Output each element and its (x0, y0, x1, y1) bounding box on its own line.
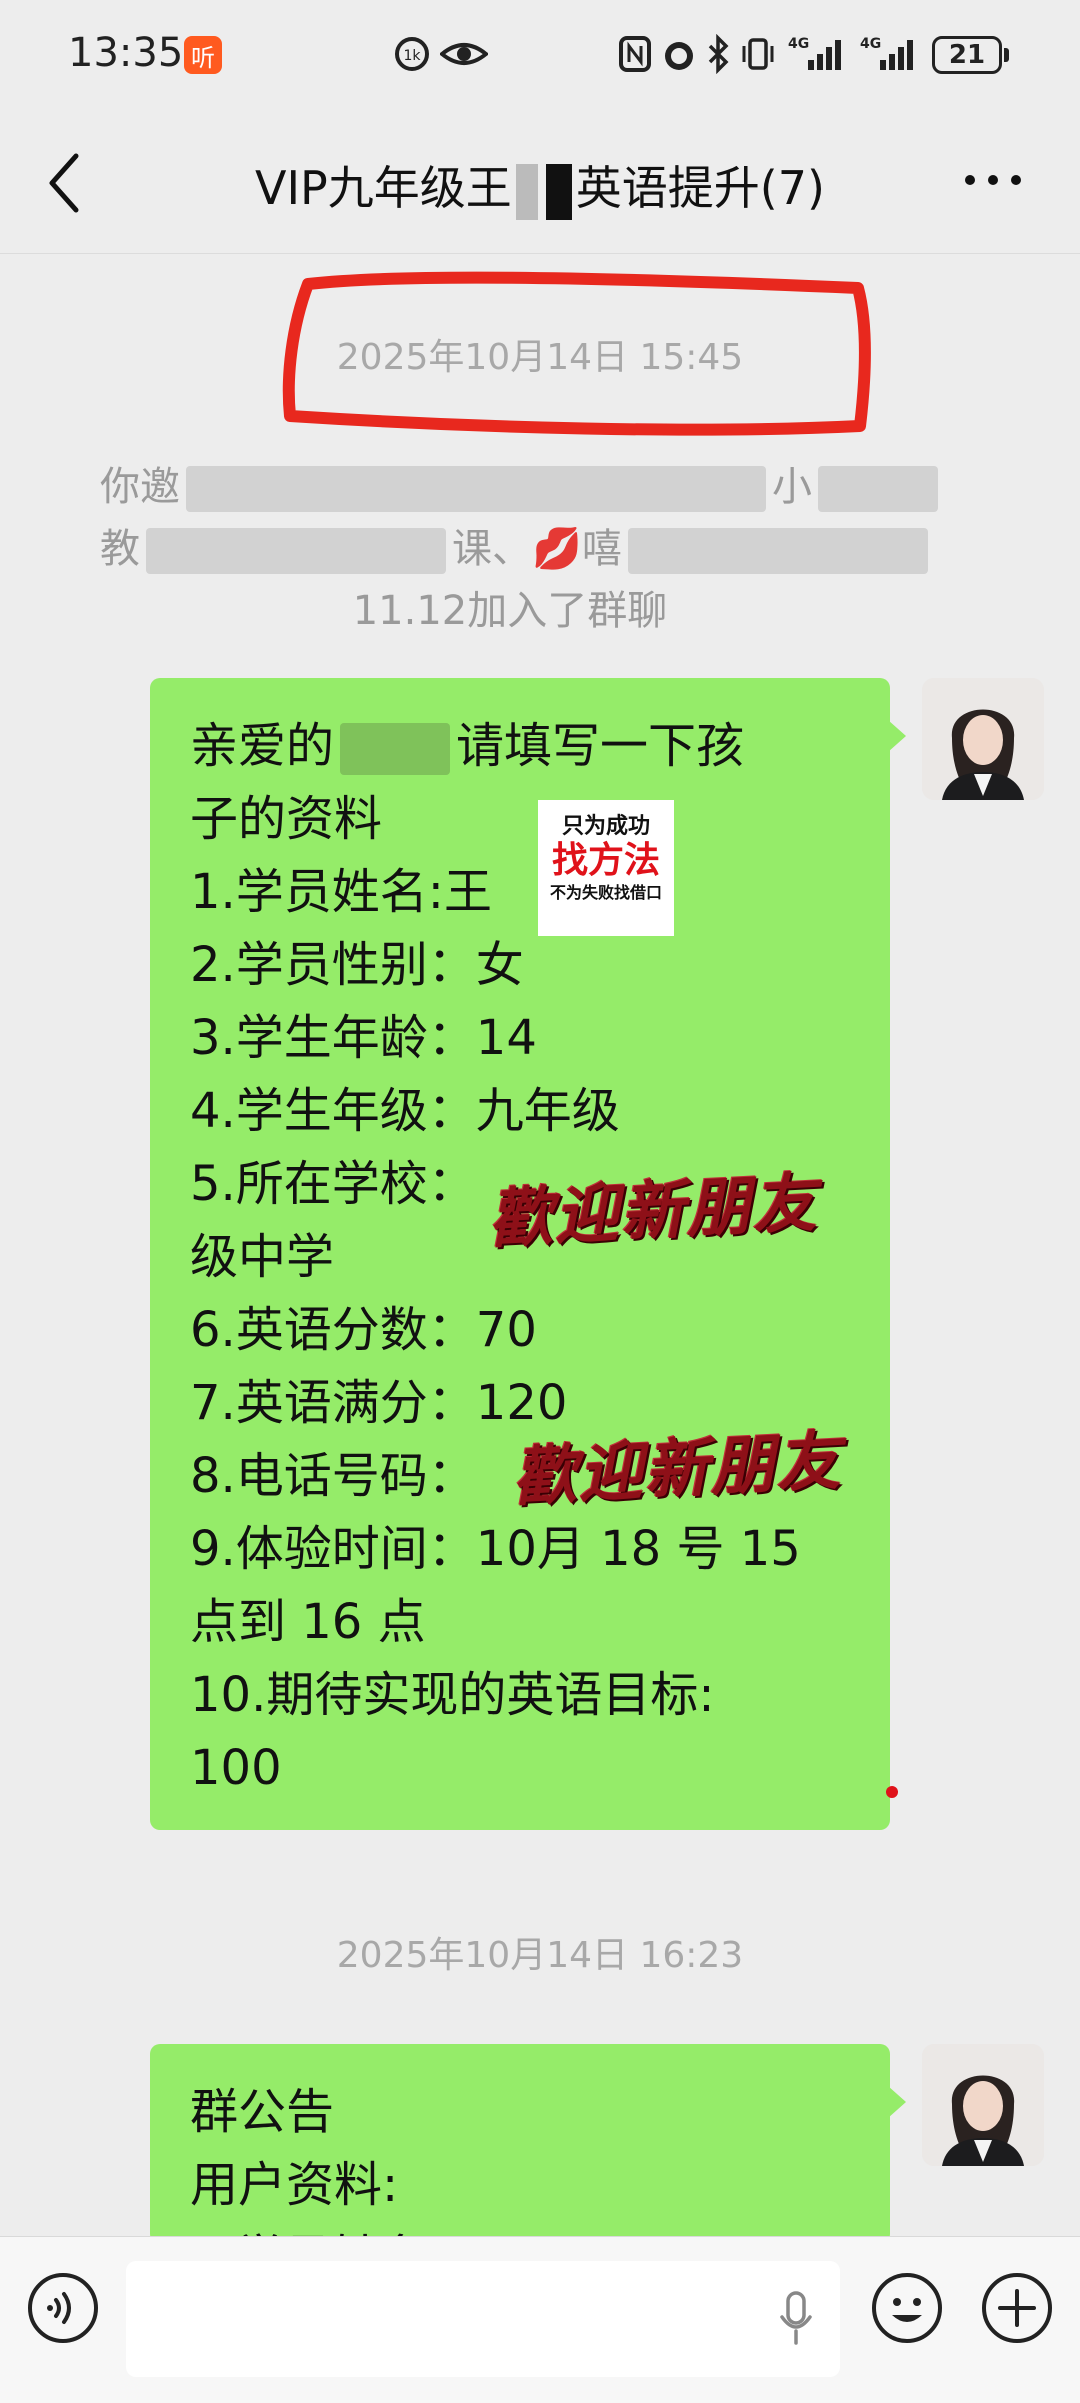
welcome-stamp-school: 歡迎新朋友 (486, 1165, 821, 1258)
message-line: 100 (190, 1740, 282, 1796)
system-msg-line1-start: 你邀 (100, 464, 180, 510)
message-line: 点到 16 点 (190, 1594, 426, 1650)
sticker-line-3: 不为失败找借口 (549, 883, 662, 902)
welcome-stamp-phone: 歡迎新朋友 (510, 1423, 845, 1516)
battery-indicator: 21 (932, 36, 1002, 74)
status-bar: 13:35 听 1k 4G 4G 21 (0, 0, 1080, 112)
red-annotation-dot (886, 1786, 898, 1798)
censor-block (545, 163, 572, 220)
system-msg-line3: 11.12加入了群聊 (352, 588, 668, 634)
avatar-portrait-icon (922, 2044, 1044, 2166)
lips-emoji: 💋 (532, 526, 582, 572)
message-timestamp-2: 2025年10月14日 16:23 (336, 1935, 744, 1976)
data-saver-icon: 1k (395, 37, 429, 71)
message-line: 10.期待实现的英语目标: (190, 1667, 715, 1723)
message-line: 9.体验时间：10月 18 号 15 (190, 1521, 801, 1577)
sticker-line-2: 找方法 (551, 840, 660, 881)
pixelated-region (818, 466, 938, 512)
message-timestamp-1: 2025年10月14日 15:45 (336, 337, 744, 378)
alarm-icon (665, 42, 693, 70)
signal-4g-icon-2: 4G (860, 36, 913, 70)
vibrate-icon (742, 38, 774, 70)
chat-title-suffix: 英语提升(7) (575, 161, 825, 215)
nfc-icon (619, 36, 651, 72)
message-line: 3.学生年龄：14 (190, 1010, 537, 1066)
avatar-portrait-icon (922, 678, 1044, 800)
message-input[interactable] (126, 2261, 840, 2377)
svg-text:1k: 1k (403, 48, 421, 64)
status-time: 13:35 (68, 30, 184, 76)
chat-nav-bar: VIP九年级王 英语提升(7) (0, 112, 1080, 254)
signal-4g-icon: 4G (788, 36, 841, 70)
message-line: 6.英语分数：70 (190, 1302, 537, 1358)
bubble-tail (888, 720, 906, 752)
system-msg-line2-start: 教 (100, 526, 140, 572)
system-join-message: 你邀 小 教 课、💋嘻 11.12加入了群聊 (100, 456, 980, 642)
more-options-icon[interactable] (958, 160, 1028, 200)
system-msg-line2-mid: 课、 (452, 526, 532, 572)
voice-input-toggle-icon[interactable] (26, 2271, 100, 2345)
message-line: 群公告 (190, 2084, 335, 2140)
chat-title: VIP九年级王 英语提升(7) (110, 152, 970, 220)
message-line: 4.学生年级：九年级 (190, 1083, 620, 1139)
chat-input-bar (0, 2236, 1080, 2403)
system-msg-line1-mid: 小 (772, 464, 812, 510)
signal-label-2: 4G (860, 36, 881, 52)
message-line: 亲爱的 请填写一下孩 (190, 718, 745, 775)
bluetooth-icon (708, 34, 729, 74)
listen-app-icon: 听 (184, 36, 222, 74)
bubble-tail (888, 2086, 906, 2118)
message-line: 子的资料 (190, 791, 383, 847)
message-line: 用户资料: (190, 2157, 399, 2213)
sticker-line-1: 只为成功 (561, 814, 650, 839)
sender-avatar[interactable] (922, 678, 1044, 800)
motivational-sticker: 只为成功 找方法 不为失败找借口 (538, 800, 674, 936)
message-line: 2.学员性别：女 (190, 937, 524, 993)
microphone-icon[interactable] (776, 2289, 816, 2349)
eye-icon (440, 43, 488, 65)
battery-level: 21 (948, 40, 986, 70)
signal-label-1: 4G (788, 36, 809, 52)
censor-block (515, 163, 538, 220)
add-plus-icon[interactable] (980, 2271, 1054, 2345)
pixelated-region (186, 466, 766, 512)
pixelated-region (146, 528, 446, 574)
back-arrow-icon[interactable] (44, 148, 84, 218)
chat-title-prefix: VIP九年级王 (255, 161, 512, 215)
group-announcement-message[interactable]: 群公告 用户资料: 1.学员姓名:王 (150, 2044, 890, 2244)
system-msg-line2-end: 嘻 (581, 526, 622, 572)
emoji-icon[interactable] (870, 2271, 944, 2345)
sender-avatar[interactable] (922, 2044, 1044, 2166)
pixelated-region (627, 528, 928, 574)
pixelated-region (340, 723, 451, 775)
battery-tip (1004, 48, 1009, 62)
message-line: 1.学员姓名:王 (190, 864, 492, 920)
